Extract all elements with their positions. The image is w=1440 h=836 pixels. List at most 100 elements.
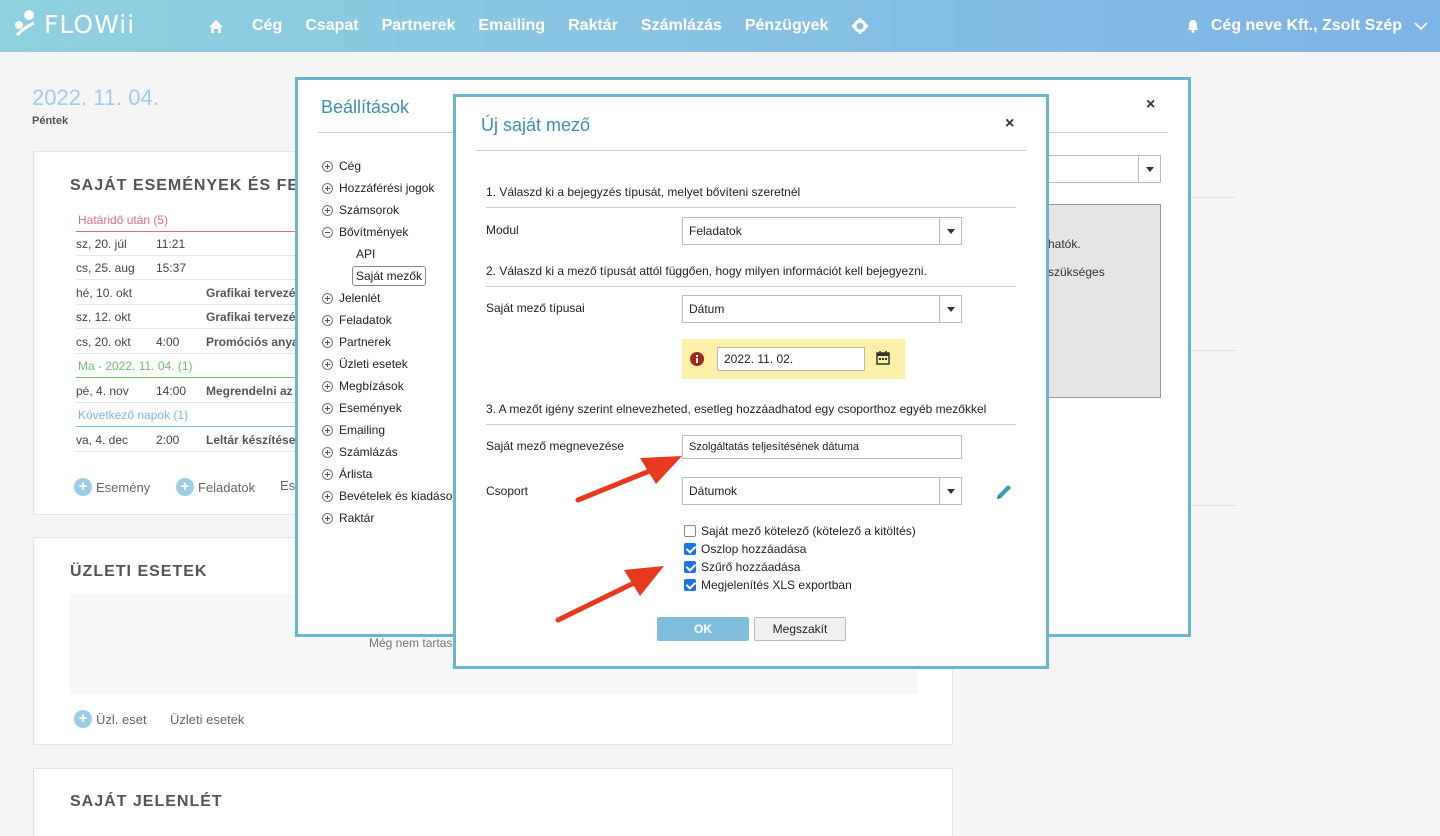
event-name: Promóciós anyag (206, 335, 307, 349)
cases-empty-text: Még nem tartas (369, 636, 453, 650)
home-icon[interactable] (206, 16, 226, 36)
event-date: cs, 20. okt (76, 335, 131, 349)
chevron-down-icon (939, 296, 961, 322)
expand-icon (322, 380, 333, 392)
event-time: 11:21 (156, 237, 186, 251)
chevron-down-icon (1138, 156, 1160, 182)
expand-icon (322, 490, 333, 502)
add-event-button[interactable]: + Esemény (74, 478, 150, 496)
plus-icon: + (74, 478, 92, 496)
chevron-down-icon[interactable] (1414, 21, 1428, 31)
add-task-button[interactable]: + Feladatok (176, 478, 255, 496)
name-input[interactable]: Szolgáltatás teljesítésének dátuma (682, 435, 962, 459)
add-case-button[interactable]: + Üzl. eset (74, 710, 147, 728)
nav-item-partnerek[interactable]: Partnerek (382, 17, 456, 35)
expand-icon (322, 446, 333, 458)
nav-item-szamlazas[interactable]: Számlázás (641, 17, 722, 35)
event-time: 4:00 (156, 335, 180, 349)
current-day: Péntek (32, 115, 69, 127)
expand-icon (322, 358, 333, 370)
event-name: Grafikai tervezés (206, 310, 303, 324)
pencil-icon[interactable] (994, 482, 1014, 502)
module-select[interactable]: Feladatok (682, 217, 962, 245)
event-date: cs, 25. aug (76, 261, 135, 275)
tree-subitem-api[interactable]: API (356, 247, 375, 261)
expand-icon (322, 424, 333, 436)
expand-icon (322, 512, 333, 524)
settings-select[interactable] (1043, 155, 1161, 183)
expand-icon (322, 160, 333, 172)
bell-icon[interactable] (1187, 19, 1199, 33)
tree-item-szamlazas[interactable]: Számlázás (322, 445, 398, 459)
settings-side-text-2: szükséges (1048, 265, 1105, 279)
attendance-title: SAJÁT JELENLÉT (70, 793, 223, 810)
tree-item-jogok[interactable]: Hozzáférési jogok (322, 181, 434, 195)
group-label: Csoport (486, 484, 529, 498)
tree-item-uzleti-esetek[interactable]: Üzleti esetek (322, 357, 408, 371)
tree-item-ceg[interactable]: Cég (322, 159, 361, 173)
checkbox-xls-export[interactable]: Megjelenítés XLS exportban (684, 578, 852, 592)
module-label: Modul (486, 223, 519, 237)
tree-item-szamsorok[interactable]: Számsorok (322, 203, 399, 217)
modal-close-button[interactable]: × (1005, 115, 1014, 133)
main-nav: Cég Csapat Partnerek Emailing Raktár Szá… (206, 0, 869, 52)
tree-item-partnerek[interactable]: Partnerek (322, 335, 391, 349)
tree-item-bevetelek[interactable]: Bevételek és kiadások (322, 489, 458, 503)
event-name: Grafikai tervezés (206, 286, 303, 300)
settings-close-button[interactable]: × (1146, 96, 1155, 114)
cases-title: ÜZLETI ESETEK (70, 563, 208, 580)
nav-item-penzugyek[interactable]: Pénzügyek (745, 17, 829, 35)
event-date: sz, 12. okt (76, 310, 131, 324)
tree-item-bovitmenyek[interactable]: Bővítmények (322, 225, 408, 239)
nav-item-csapat[interactable]: Csapat (305, 17, 358, 35)
tree-item-emailing[interactable]: Emailing (322, 423, 385, 437)
checkbox-box (684, 561, 696, 573)
new-custom-field-dialog: Új saját mező × 1. Válaszd ki a bejegyzé… (453, 94, 1049, 669)
cancel-button[interactable]: Megszakít (754, 617, 846, 641)
event-time: 14:00 (156, 384, 187, 398)
plus-icon: + (74, 710, 92, 728)
chevron-down-icon (939, 478, 961, 504)
nav-item-emailing[interactable]: Emailing (478, 17, 545, 35)
current-date: 2022. 11. 04. (32, 85, 159, 110)
plus-icon: + (176, 478, 194, 496)
logo[interactable]: FLOWii (12, 9, 135, 39)
cases-link[interactable]: Üzleti esetek (170, 712, 244, 727)
attendance-card: SAJÁT JELENLÉT (33, 768, 953, 836)
modal-title-divider (476, 150, 1026, 151)
tree-item-feladatok[interactable]: Feladatok (322, 313, 392, 327)
ok-button[interactable]: OK (657, 617, 749, 641)
tree-item-arlista[interactable]: Árlista (322, 467, 372, 481)
tree-item-megbizasok[interactable]: Megbízások (322, 379, 404, 393)
type-select[interactable]: Dátum (682, 295, 962, 323)
group-select[interactable]: Dátumok (682, 477, 962, 505)
gear-icon[interactable] (851, 17, 869, 35)
date-input[interactable]: 2022. 11. 02. (717, 347, 865, 371)
tree-item-esemenyek[interactable]: Események (322, 401, 402, 415)
collapse-icon (322, 226, 333, 238)
tree-item-jelenlet[interactable]: Jelenlét (322, 291, 380, 305)
event-name: Leltár készítése (206, 433, 296, 447)
add-more-button[interactable]: Es (280, 478, 295, 493)
tree-item-raktar[interactable]: Raktár (322, 511, 374, 525)
user-menu[interactable]: Cég neve Kft., Zsolt Szép (1187, 0, 1428, 52)
checkbox-add-column[interactable]: Oszlop hozzáadása (684, 542, 806, 556)
expand-icon (322, 204, 333, 216)
expand-icon (322, 402, 333, 414)
checkbox-add-filter[interactable]: Szűrő hozzáadása (684, 560, 800, 574)
settings-side-text-1: hatók. (1048, 237, 1081, 251)
event-date: pé, 4. nov (76, 384, 129, 398)
nav-item-raktar[interactable]: Raktár (568, 17, 618, 35)
expand-icon (322, 292, 333, 304)
modal-title: Új saját mező (481, 115, 591, 135)
checkbox-box (684, 525, 696, 537)
nav-item-ceg[interactable]: Cég (252, 17, 282, 35)
right-divider (1190, 197, 1236, 198)
flowii-logo-icon (15, 10, 35, 37)
logo-text: FLOWii (44, 9, 136, 39)
event-date: hé, 10. okt (76, 286, 133, 300)
calendar-icon[interactable] (876, 351, 890, 365)
checkbox-required[interactable]: Saját mező kötelező (kötelező a kitöltés… (684, 524, 916, 538)
tree-subitem-custom-fields[interactable]: Saját mezők (352, 266, 427, 286)
expand-icon (322, 182, 333, 194)
